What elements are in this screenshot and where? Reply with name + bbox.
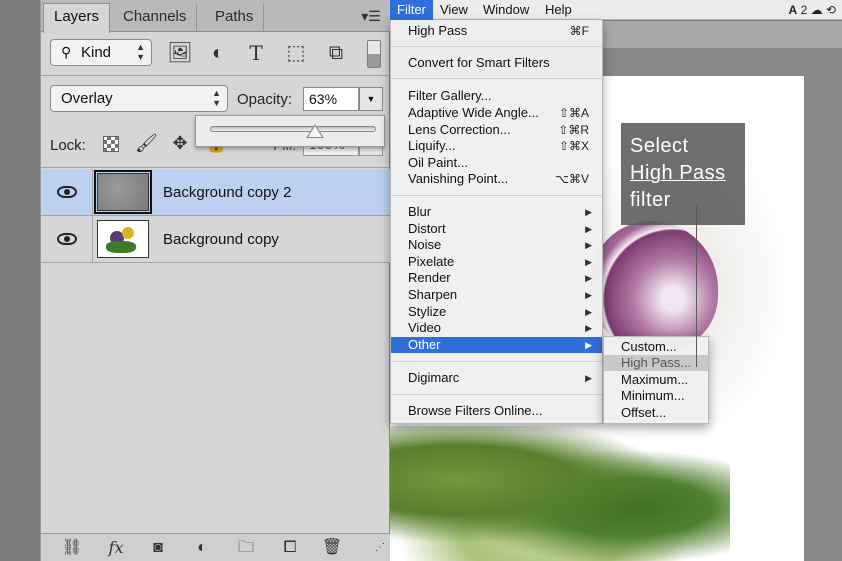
visibility-eye-icon[interactable]	[41, 169, 93, 215]
menubar-status-icons: A 2 ☁ ⟲	[789, 0, 836, 20]
type-layer-filter-icon[interactable]: T	[243, 40, 269, 66]
updown-arrows-icon: ▲ ▼	[212, 88, 221, 108]
time-machine-icon[interactable]: ⟲	[826, 3, 836, 17]
menu-item-vanishing-point[interactable]: Vanishing Point... ⌥⌘V	[391, 171, 602, 187]
blend-mode-value: Overlay	[61, 90, 113, 107]
tutorial-callout: Select High Pass filter	[621, 123, 745, 225]
menu-bar: Filter View Window Help A 2 ☁ ⟲	[390, 0, 842, 20]
visibility-eye-icon[interactable]	[41, 216, 93, 262]
layer-name: Background copy 2	[163, 184, 292, 201]
menu-item-render[interactable]: Render ▶	[391, 270, 602, 286]
shape-layer-filter-icon[interactable]: ⬚	[283, 40, 309, 66]
layer-style-fx-icon[interactable]: fx	[103, 538, 129, 558]
new-adjustment-layer-icon[interactable]: ◐	[189, 538, 215, 558]
updown-arrows-icon: ▲ ▼	[136, 42, 145, 62]
layers-panel-footer: ⛓ fx ◙ ◐ 🗀 ⧠ 🗑 ⋰	[41, 533, 390, 561]
menu-item-stylize[interactable]: Stylize ▶	[391, 304, 602, 320]
menu-item-video[interactable]: Video ▶	[391, 320, 602, 336]
lock-transparent-pixels-icon[interactable]	[103, 136, 119, 152]
submenu-item-custom[interactable]: Custom...	[604, 339, 708, 355]
lock-label: Lock:	[50, 137, 86, 154]
layer-name: Background copy	[163, 231, 279, 248]
filter-kind-select[interactable]: ⚲ Kind ▲ ▼	[50, 39, 152, 66]
tab-channels[interactable]: Channels	[113, 4, 198, 32]
menu-item-filter-gallery[interactable]: Filter Gallery...	[391, 88, 602, 104]
menu-item-convert-smart-filters[interactable]: Convert for Smart Filters	[391, 55, 602, 71]
layer-row-background-copy-2[interactable]: Background copy 2	[41, 169, 390, 216]
callout-text-line2: High Pass	[630, 162, 726, 184]
opacity-slider-popup	[195, 115, 385, 147]
filter-menu-dropdown: High Pass ⌘F Convert for Smart Filters Fi…	[390, 20, 603, 424]
search-icon: ⚲	[61, 44, 72, 60]
menu-item-distort[interactable]: Distort ▶	[391, 221, 602, 237]
lock-image-pixels-brush-icon[interactable]: 🖌	[135, 132, 158, 154]
photo-red-onion	[590, 221, 718, 351]
creative-cloud-icon[interactable]: ☁	[811, 3, 823, 17]
submenu-item-offset[interactable]: Offset...	[604, 405, 708, 421]
menu-item-high-pass-last[interactable]: High Pass ⌘F	[391, 23, 602, 39]
menu-filter[interactable]: Filter	[390, 0, 433, 20]
menu-help[interactable]: Help	[538, 0, 579, 20]
layer-row-background-copy[interactable]: Background copy	[41, 216, 390, 263]
notification-count: 2	[800, 3, 808, 17]
menu-item-sharpen[interactable]: Sharpen ▶	[391, 287, 602, 303]
opacity-slider-track[interactable]	[210, 126, 376, 132]
opacity-dropdown-button[interactable]: ▼	[359, 87, 383, 111]
photo-celery-greens	[390, 426, 730, 561]
callout-text-line1: Select	[630, 135, 689, 157]
menu-item-noise[interactable]: Noise ▶	[391, 237, 602, 253]
menu-item-blur[interactable]: Blur ▶	[391, 204, 602, 220]
callout-pointer-line	[696, 205, 697, 367]
filter-kind-label: Kind	[81, 44, 112, 61]
adjustment-layer-filter-icon[interactable]: ◐	[205, 40, 231, 66]
menu-item-liquify[interactable]: Liquify... ⇧⌘X	[391, 138, 602, 154]
menu-item-lens-correction[interactable]: Lens Correction... ⇧⌘R	[391, 122, 602, 138]
menu-item-adaptive-wide-angle[interactable]: Adaptive Wide Angle... ⇧⌘A	[391, 105, 602, 121]
menu-item-pixelate[interactable]: Pixelate ▶	[391, 254, 602, 270]
submenu-item-high-pass[interactable]: High Pass...	[604, 355, 708, 371]
layers-panel: Layers Channels Paths ▾☰ ⚲ Kind ▲ ▼ 🖼 ◐ T …	[40, 0, 390, 561]
opacity-input[interactable]: 63%	[303, 87, 359, 111]
link-layers-icon[interactable]: ⛓	[59, 538, 85, 558]
menu-item-oil-paint[interactable]: Oil Paint...	[391, 155, 602, 171]
tab-layers[interactable]: Layers	[43, 3, 111, 33]
submenu-item-maximum[interactable]: Maximum...	[604, 372, 708, 388]
layer-filter-row: ⚲ Kind ▲ ▼ 🖼 ◐ T ⬚ ⧉	[41, 32, 390, 76]
other-submenu: Custom... High Pass... Maximum... Minimu…	[603, 336, 709, 424]
layer-list: Background copy 2 Background copy	[41, 169, 390, 263]
filter-toggle-switch[interactable]	[367, 40, 381, 68]
blend-row: Overlay ▲ ▼ Opacity: 63% ▼	[41, 76, 390, 120]
menu-window[interactable]: Window	[476, 0, 536, 20]
panel-menu-icon[interactable]: ▾☰	[360, 8, 382, 24]
opacity-label: Opacity:	[237, 91, 293, 108]
menu-view[interactable]: View	[433, 0, 475, 20]
delete-layer-trash-icon[interactable]: 🗑	[319, 538, 345, 558]
menu-item-other[interactable]: Other ▶	[391, 337, 602, 353]
menu-item-digimarc[interactable]: Digimarc ▶	[391, 370, 602, 386]
opacity-slider-thumb[interactable]	[305, 124, 324, 138]
pixel-layer-filter-icon[interactable]: 🖼	[167, 40, 193, 66]
adobe-logo-icon[interactable]: A	[789, 3, 798, 17]
layer-thumbnail	[94, 170, 152, 214]
menu-item-browse-filters-online[interactable]: Browse Filters Online...	[391, 403, 602, 419]
add-mask-icon[interactable]: ◙	[145, 538, 171, 558]
lock-position-move-icon[interactable]: ✥	[169, 132, 191, 154]
new-layer-icon[interactable]: ⧠	[277, 538, 303, 558]
submenu-item-minimum[interactable]: Minimum...	[604, 388, 708, 404]
blend-mode-select[interactable]: Overlay ▲ ▼	[50, 85, 228, 112]
tab-paths[interactable]: Paths	[205, 4, 265, 32]
callout-text-line3: filter	[630, 189, 671, 211]
layer-thumbnail	[97, 220, 149, 258]
panel-tabs: Layers Channels Paths ▾☰	[41, 0, 390, 33]
smart-object-filter-icon[interactable]: ⧉	[323, 40, 349, 66]
new-group-folder-icon[interactable]: 🗀	[233, 538, 259, 558]
